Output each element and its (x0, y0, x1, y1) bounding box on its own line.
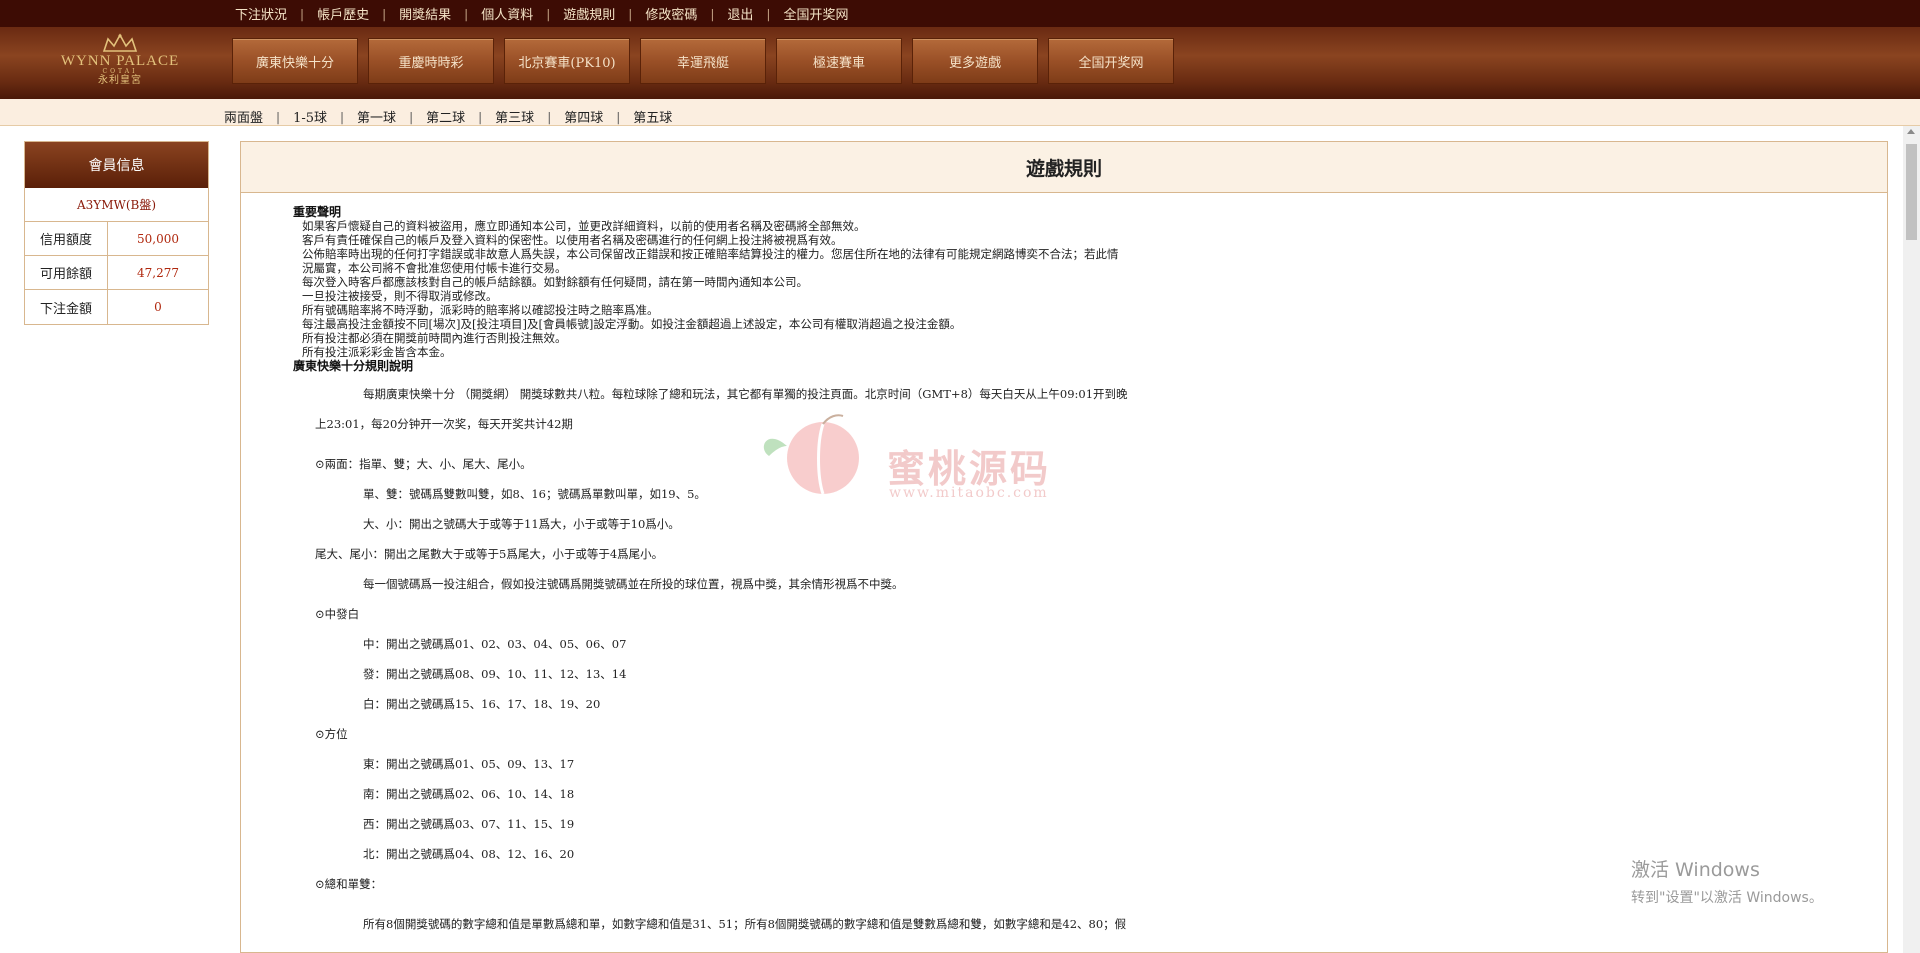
rules-panel: 遊戲規則 重要聲明 如果客戶懷疑自己的資料被盜用，應立即通知本公司，並更改詳細資… (240, 141, 1888, 953)
rule-line: 上23:01，每20分钟开一次奖，每天开奖共计42期 (315, 417, 573, 431)
rules-title: 廣東快樂十分規則說明 (293, 359, 414, 373)
top-bar: 下注狀況 | 帳戶歷史 | 開獎結果 | 個人資料 | 遊戲規則 | 修改密碼 | 退出 | … (0, 0, 1920, 27)
rule-line: ⊙兩面：指單、雙；大、小、尾大、尾小。 (315, 457, 532, 471)
nav-logout[interactable]: 退出 (727, 4, 753, 23)
crown-icon (102, 33, 138, 52)
nav-account-history[interactable]: 帳戶歷史 (317, 4, 369, 23)
rules-content: 重要聲明 如果客戶懷疑自己的資料被盜用，應立即通知本公司，並更改詳細資料，以前的… (293, 205, 1193, 931)
credit-limit-value: 50,000 (137, 231, 179, 246)
tab-guangdong-happy10[interactable]: 廣東快樂十分 (232, 38, 358, 84)
declaration-line: 況屬實，本公司將不會批准您使用付帳卡進行交易。 (302, 261, 567, 275)
peach-icon (763, 414, 859, 495)
subnav-ball-3[interactable]: 第三球 (495, 107, 534, 126)
rule-line: 大、小：開出之號碼大于或等于11爲大，小于或等于10爲小。 (363, 517, 680, 531)
tab-national-lottery[interactable]: 全国开奖网 (1048, 38, 1174, 84)
nav-personal-info[interactable]: 個人資料 (481, 4, 533, 23)
declaration-line: 所有號碼賠率將不時浮動，派彩時的賠率將以確認投注時之賠率爲准。 (302, 303, 659, 317)
declaration-line: 每次登入時客戶都應該核對自己的帳戶結餘額。如對餘額有任何疑問，請在第一時間內通知… (302, 275, 808, 289)
subnav-ball-2[interactable]: 第二球 (426, 107, 465, 126)
rule-line: ⊙方位 (315, 727, 348, 741)
rule-line: 白：開出之號碼爲15、16、17、18、19、20 (363, 697, 601, 711)
rule-line: 發：開出之號碼爲08、09、10、11、12、13、14 (363, 667, 627, 681)
rule-line: ⊙總和單雙： (315, 877, 383, 891)
member-info-title: 會員信息 (25, 142, 208, 188)
activation-subtitle: 转到"设置"以激活 Windows。 (1631, 890, 1823, 906)
declaration-line: 客戶有責任確保自己的帳戶及登入資料的保密性。以使用者名稱及密碼進行的任何網上投注… (302, 233, 843, 247)
logo-brand: WYNN PALACE (60, 53, 180, 69)
declaration-line: 如果客戶懷疑自己的資料被盜用，應立即通知本公司，並更改詳細資料，以前的使用者名稱… (302, 219, 866, 233)
declaration-line: 所有投注派彩彩金皆含本金。 (302, 345, 452, 359)
member-row-credit: 信用額度 50,000 (25, 222, 208, 256)
available-balance-label: 可用餘額 (25, 256, 108, 289)
tab-more-games[interactable]: 更多遊戲 (912, 38, 1038, 84)
subnav-balls-1-5[interactable]: 1-5球 (293, 107, 327, 126)
nav-draw-results[interactable]: 開獎結果 (399, 4, 451, 23)
member-row-balance: 可用餘額 47,277 (25, 256, 208, 290)
rule-line: 每一個號碼爲一投注組合，假如投注號碼爲開獎號碼並在所投的球位置，視爲中獎，其余情… (363, 577, 904, 591)
subnav-ball-5[interactable]: 第五球 (633, 107, 672, 126)
declaration-line: 每注最高投注金額按不同[場次]及[投注項目]及[會員帳號]設定浮動。如投注金額超… (302, 317, 962, 331)
rule-line: 西：開出之號碼爲03、07、11、15、19 (363, 817, 575, 831)
member-info-box: 會員信息 A3YMW(B盤) 信用額度 50,000 可用餘額 47,277 下… (24, 141, 209, 325)
logo-cn: 永利皇宮 (98, 75, 142, 86)
declaration-line: 一旦投注被接受，則不得取消或修改。 (302, 289, 498, 303)
tab-chongqing-ssc[interactable]: 重慶時時彩 (368, 38, 494, 84)
rule-line: 單、雙：號碼爲雙數叫雙，如8、16；號碼爲單數叫單，如19、5。 (363, 487, 706, 501)
rule-line: 尾大、尾小：開出之尾數大于或等于5爲尾大，小于或等于4爲尾小。 (315, 547, 664, 561)
rule-line: 所有8個開獎號碼的數字總和值是單數爲總和單，如數字總和值是31、51；所有8個開… (363, 917, 1127, 931)
declaration-line: 所有投注都必須在開獎前時間內進行否則投注無效。 (302, 331, 567, 345)
subnav-ball-1[interactable]: 第一球 (357, 107, 396, 126)
tab-lucky-airship[interactable]: 幸運飛艇 (640, 38, 766, 84)
declaration-line: 公佈賠率時出現的任何打字錯誤或非故意人爲失誤，本公司保留改正錯誤和按正確賠率結算… (302, 247, 1119, 261)
nav-change-password[interactable]: 修改密碼 (645, 4, 697, 23)
bet-amount-value: 0 (154, 300, 162, 314)
vertical-scrollbar[interactable] (1903, 126, 1920, 953)
nav-game-rules[interactable]: 遊戲規則 (563, 4, 615, 23)
nav-national-lottery[interactable]: 全国开奖网 (783, 4, 848, 23)
credit-limit-label: 信用額度 (25, 222, 108, 255)
rule-line: 南：開出之號碼爲02、06、10、14、18 (363, 787, 575, 801)
sub-nav: 兩面盤 | 1-5球 | 第一球 | 第二球 | 第三球 | 第四球 | 第五球 (224, 107, 672, 127)
top-nav: 下注狀況 | 帳戶歷史 | 開獎結果 | 個人資料 | 遊戲規則 | 修改密碼 | 退出 | … (235, 0, 848, 27)
rule-line: 東：開出之號碼爲01、05、09、13、17 (363, 757, 575, 771)
declaration-title: 重要聲明 (293, 205, 342, 219)
subnav-two-sides[interactable]: 兩面盤 (224, 107, 263, 126)
scrollbar-thumb[interactable] (1906, 144, 1917, 240)
windows-activation-notice: 激活 Windows 转到"设置"以激活 Windows。 (1631, 855, 1823, 907)
logo[interactable]: WYNN PALACE COTAI 永利皇宮 (52, 33, 188, 91)
game-tabs: 廣東快樂十分 重慶時時彩 北京賽車(PK10) 幸運飛艇 極速賽車 更多遊戲 全… (232, 38, 1184, 84)
watermark: 蜜桃源码 www.mitaobc.com (757, 408, 1072, 503)
member-account: A3YMW(B盤) (25, 188, 208, 222)
tab-beijing-pk10[interactable]: 北京賽車(PK10) (504, 38, 630, 84)
subnav-ball-4[interactable]: 第四球 (564, 107, 603, 126)
rule-line: 北：開出之號碼爲04、08、12、16、20 (363, 847, 575, 861)
available-balance-value: 47,277 (137, 265, 179, 280)
rule-line: 每期廣東快樂十分 （開獎網） 開獎球數共八粒。每粒球除了總和玩法，其它都有單獨的… (363, 387, 1128, 401)
nav-bet-status[interactable]: 下注狀況 (235, 4, 287, 23)
member-row-bet-amount: 下注金額 0 (25, 290, 208, 324)
watermark-url: www.mitaobc.com (889, 485, 1049, 501)
rule-line: ⊙中發白 (315, 607, 360, 621)
tab-speed-racing[interactable]: 極速賽車 (776, 38, 902, 84)
declaration-list: 如果客戶懷疑自己的資料被盜用，應立即通知本公司，並更改詳細資料，以前的使用者名稱… (293, 219, 1193, 359)
sub-bar: 兩面盤 | 1-5球 | 第一球 | 第二球 | 第三球 | 第四球 | 第五球 (0, 99, 1920, 126)
scroll-up-icon[interactable] (1907, 129, 1915, 134)
rule-line: 中：開出之號碼爲01、02、03、04、05、06、07 (363, 637, 627, 651)
page-title: 遊戲規則 (241, 142, 1887, 193)
activation-title: 激活 Windows (1631, 859, 1760, 881)
bet-amount-label: 下注金額 (25, 290, 108, 324)
